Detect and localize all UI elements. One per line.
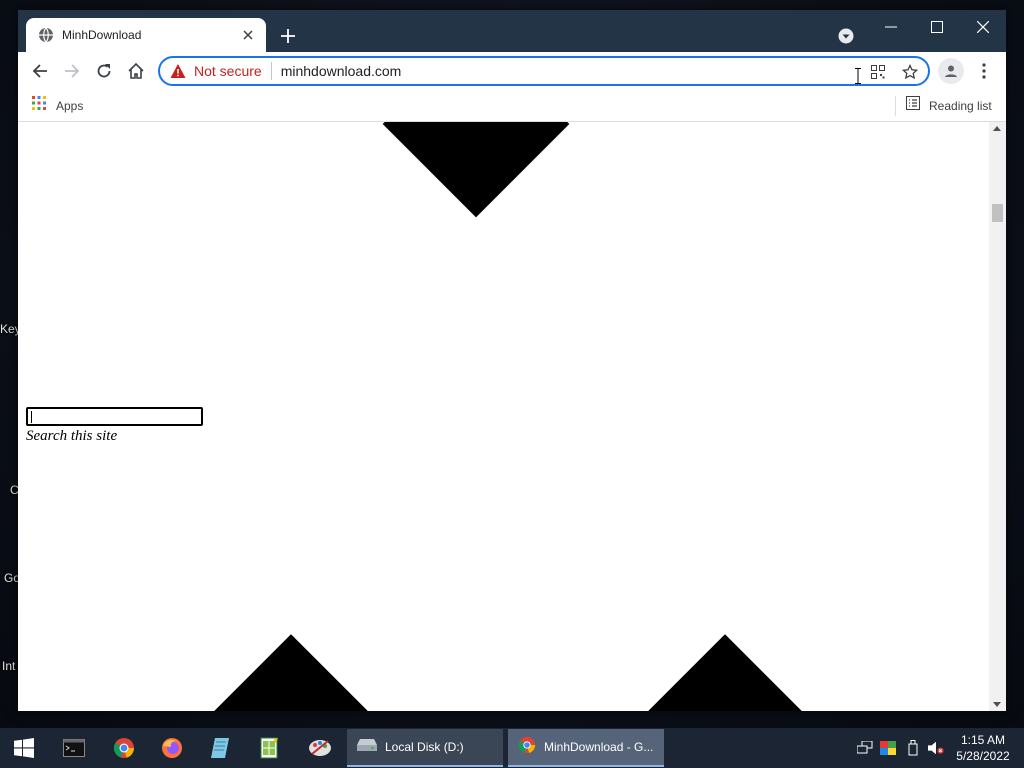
tab-title: MinhDownload [62,28,142,42]
system-clock[interactable]: 1:15 AM 5/28/2022 [948,732,1018,764]
desktop-icon-label[interactable]: Int [2,659,18,673]
reading-list-label: Reading list [929,98,992,113]
firefox-icon[interactable] [148,728,196,768]
omnibox-divider [270,62,272,80]
vertical-scrollbar[interactable] [989,122,1006,711]
volume-muted-icon[interactable] [928,740,944,756]
close-window-icon[interactable] [960,14,1006,40]
taskbar-window-minhdownload[interactable]: MinhDownload - G... [508,729,664,767]
desktop-icon-label[interactable]: C [10,483,18,497]
title-bar: MinhDownload [18,10,1006,52]
taskbar-window-label: MinhDownload - G... [544,740,654,754]
windows-start-icon[interactable] [0,728,48,768]
site-search-input[interactable] [26,407,203,426]
decorative-diamond [382,122,570,218]
spreadsheet-editor-icon[interactable] [246,728,294,768]
globe-icon [38,27,54,43]
tab-minhdownload[interactable]: MinhDownload [26,18,266,52]
search-caption: Search this site [26,428,118,444]
decorative-diamond [213,634,369,711]
apps-label: Apps [56,98,84,113]
not-secure-label[interactable]: Not secure [194,63,262,79]
text-caret [31,411,32,423]
taskbar-window-label: Local Disk (D:) [385,740,464,754]
drive-icon [357,738,377,757]
address-bar[interactable]: Not secure minhdownload.com [158,56,930,86]
command-prompt-icon[interactable] [50,728,98,768]
forward-arrow-icon[interactable] [60,59,84,83]
desktop-icon-label[interactable]: Key [0,322,18,336]
taskbar-window-local-disk[interactable]: Local Disk (D:) [347,729,503,767]
tab-close-icon[interactable] [236,23,260,47]
page-content: Search this site [18,122,989,711]
paint-tool-icon[interactable] [296,728,344,768]
tab-search-chevron-icon[interactable] [836,26,856,46]
notepad-icon[interactable] [196,728,244,768]
text-cursor-icon [854,68,862,84]
new-tab-plus-icon[interactable] [276,24,300,48]
warning-icon[interactable] [170,63,186,79]
back-arrow-icon[interactable] [28,59,52,83]
desktop-icon-label[interactable]: Go [4,571,18,585]
apps-grid-icon [32,96,46,115]
url-text[interactable]: minhdownload.com [281,63,402,79]
browser-menu-icon[interactable] [974,59,994,83]
minimize-icon[interactable] [868,14,914,40]
scroll-up-arrow-icon[interactable] [993,126,1001,131]
chrome-icon [518,736,536,759]
qr-code-icon[interactable] [868,62,888,82]
apps-shortcut[interactable]: Apps [32,96,83,115]
chrome-icon[interactable] [100,728,148,768]
usb-device-icon[interactable] [905,740,921,756]
network-icon[interactable] [857,740,873,756]
reading-list-icon [906,96,920,115]
decorative-diamond [647,634,803,711]
clock-date: 5/28/2022 [956,749,1010,763]
reading-list-button[interactable]: Reading list [906,96,992,115]
browser-window: MinhDownload Not secure minhdownload.com… [18,10,1006,711]
reload-icon[interactable] [92,59,116,83]
clock-time: 1:15 AM [960,733,1006,747]
bookmark-star-icon[interactable] [900,62,920,82]
taskbar: Local Disk (D:) MinhDownload - G... 1:15… [0,728,1024,768]
bookmarks-divider [895,96,896,116]
maximize-icon[interactable] [914,14,960,40]
bookmarks-bar: Apps Reading list [18,90,1006,122]
scroll-down-arrow-icon[interactable] [993,702,1001,707]
scroll-thumb[interactable] [992,204,1003,222]
home-icon[interactable] [124,59,148,83]
color-display-icon[interactable] [880,740,896,756]
profile-avatar-icon[interactable] [938,58,964,84]
